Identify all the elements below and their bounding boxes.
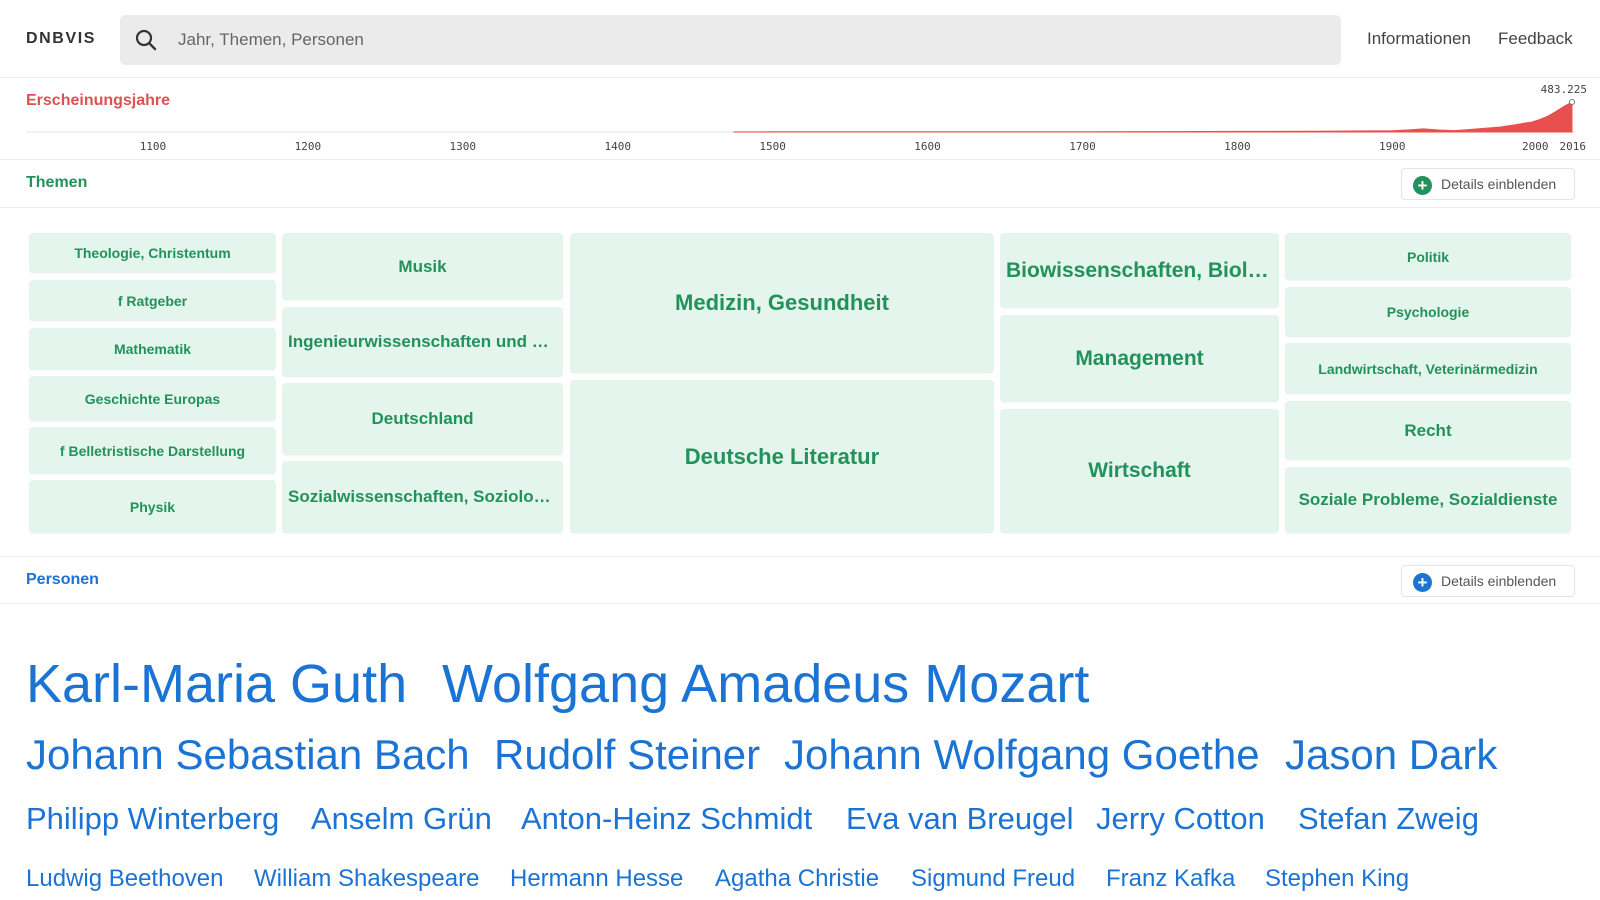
search-input[interactable]	[178, 15, 1318, 65]
person-link[interactable]: Stephen King	[1265, 865, 1409, 893]
person-link[interactable]: Rudolf Steiner	[494, 731, 760, 779]
person-link[interactable]: Johann Sebastian Bach	[26, 731, 470, 779]
publication-years-panel: Erscheinungsjahre 483.225 1100 1200 1300 140…	[0, 78, 1600, 160]
person-link[interactable]: Jerry Cotton	[1096, 801, 1265, 837]
themes-title: Themen	[26, 174, 88, 191]
theme-tile[interactable]: Theologie, Christentum	[29, 233, 276, 273]
theme-tile[interactable]: f Belletristische Darstellung	[29, 427, 276, 474]
theme-tile[interactable]: Psychologie	[1285, 287, 1571, 337]
theme-tile[interactable]: Sozialwissenschaften, Soziologie	[282, 461, 563, 533]
timeline-tick-label: 1800	[1224, 140, 1251, 153]
persons-header: Personen + Details einblenden	[0, 556, 1600, 604]
theme-tile[interactable]: Recht	[1285, 401, 1571, 460]
publication-years-chart[interactable]: 483.225 1100 1200 1300 1400 1500 1600 1700 1800 1…	[0, 78, 1600, 160]
person-link[interactable]: Johann Wolfgang Goethe	[784, 731, 1260, 779]
plus-circle-icon: +	[1413, 573, 1432, 592]
timeline-tick-label: 1300	[450, 140, 477, 153]
theme-tile[interactable]: Landwirtschaft, Veterinärmedizin	[1285, 343, 1571, 394]
timeline-area	[733, 101, 1573, 133]
person-link[interactable]: Eva van Breugel	[846, 801, 1073, 837]
person-link[interactable]: Franz Kafka	[1106, 865, 1235, 893]
person-link[interactable]: Wolfgang Amadeus Mozart	[442, 653, 1089, 715]
themes-details-button[interactable]: + Details einblenden	[1401, 168, 1575, 200]
themes-header: Themen + Details einblenden	[0, 160, 1600, 208]
persons-title: Personen	[26, 571, 99, 588]
theme-tile[interactable]: Musik	[282, 233, 563, 300]
theme-tile[interactable]: Wirtschaft	[1000, 409, 1279, 533]
timeline-tick-label: 1500	[759, 140, 786, 153]
theme-tile[interactable]: f Ratgeber	[29, 280, 276, 321]
search-bar[interactable]	[120, 15, 1341, 65]
theme-tile[interactable]: Deutsche Literatur	[570, 380, 994, 533]
person-link[interactable]: Agatha Christie	[715, 865, 879, 893]
person-link[interactable]: Jason Dark	[1285, 731, 1497, 779]
theme-tile[interactable]: Geschichte Europas	[29, 376, 276, 421]
person-link[interactable]: Philipp Winterberg	[26, 801, 279, 837]
person-link[interactable]: Sigmund Freud	[911, 865, 1075, 893]
theme-tile[interactable]: Biowissenschaften, Biologie	[1000, 233, 1279, 308]
timeline-max-marker	[1569, 99, 1575, 105]
timeline-tick-label: 2016	[1560, 140, 1587, 153]
timeline-max-label: 483.225	[1541, 83, 1587, 96]
person-link[interactable]: Hermann Hesse	[510, 865, 683, 893]
plus-circle-icon: +	[1413, 176, 1432, 195]
themes-details-label: Details einblenden	[1441, 176, 1557, 192]
top-bar: DNBVIS Informationen Feedback	[0, 0, 1600, 78]
app-logo[interactable]: DNBVIS	[26, 30, 96, 48]
person-link[interactable]: Anselm Grün	[311, 801, 492, 837]
theme-tile[interactable]: Management	[1000, 315, 1279, 402]
timeline-tick-label: 1400	[604, 140, 631, 153]
theme-tile[interactable]: Mathematik	[29, 328, 276, 370]
timeline-tick-label: 1600	[914, 140, 941, 153]
person-link[interactable]: William Shakespeare	[254, 865, 479, 893]
timeline-tick-label: 1900	[1379, 140, 1406, 153]
person-link[interactable]: Anton-Heinz Schmidt	[521, 801, 812, 837]
theme-tile[interactable]: Deutschland	[282, 383, 563, 455]
theme-tile[interactable]: Ingenieurwissenschaften und Maschinenbau	[282, 307, 563, 377]
person-link[interactable]: Stefan Zweig	[1298, 801, 1479, 837]
theme-tile[interactable]: Medizin, Gesundheit	[570, 233, 994, 373]
nav-informationen[interactable]: Informationen	[1367, 29, 1471, 49]
theme-tile[interactable]: Physik	[29, 480, 276, 533]
timeline-tick-label: 1700	[1069, 140, 1096, 153]
theme-tile[interactable]: Soziale Probleme, Sozialdienste	[1285, 467, 1571, 533]
search-icon[interactable]	[134, 28, 158, 52]
person-link[interactable]: Ludwig Beethoven	[26, 865, 223, 893]
timeline-tick-label: 1200	[295, 140, 322, 153]
timeline-tick-label: 1100	[140, 140, 167, 153]
nav-feedback[interactable]: Feedback	[1498, 29, 1573, 49]
theme-tile[interactable]: Politik	[1285, 233, 1571, 280]
persons-details-label: Details einblenden	[1441, 573, 1557, 589]
person-link[interactable]: Karl-Maria Guth	[26, 653, 407, 715]
timeline-tick-label: 2000	[1522, 140, 1549, 153]
persons-details-button[interactable]: + Details einblenden	[1401, 565, 1575, 597]
